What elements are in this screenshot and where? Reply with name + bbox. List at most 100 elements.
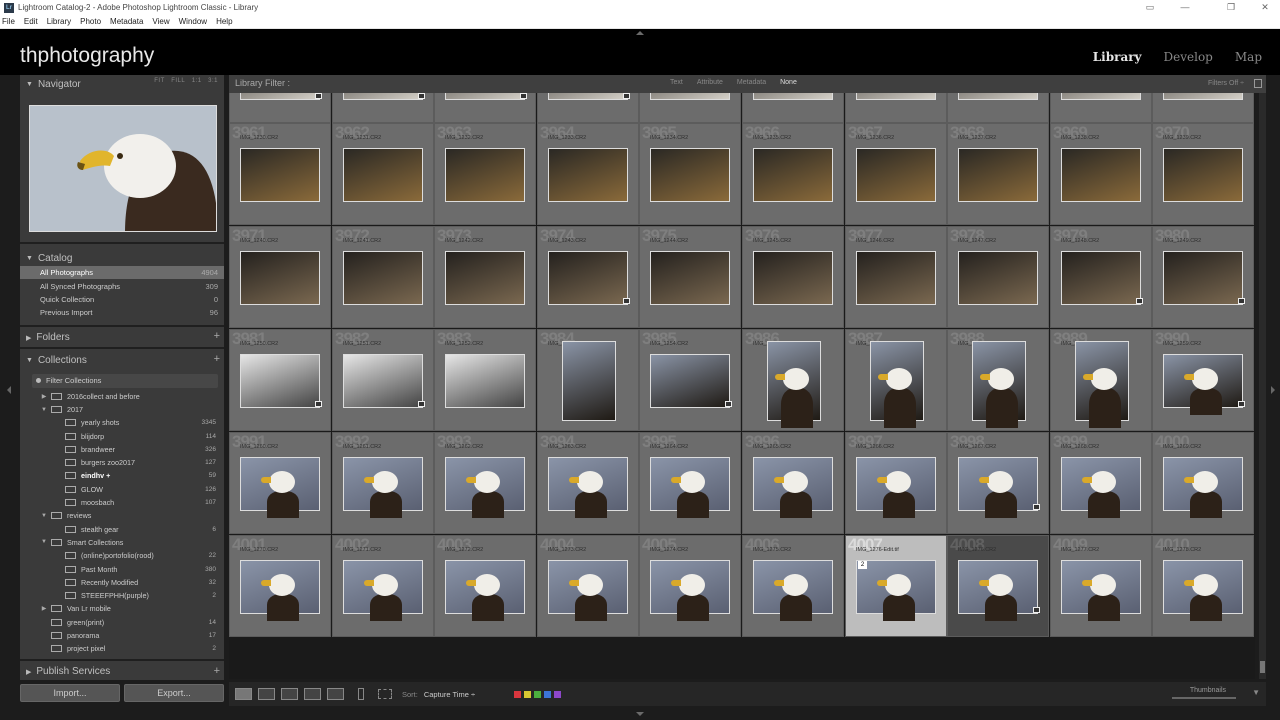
grid-cell[interactable]: 3972 IMG_1241.CR2 — [332, 226, 434, 328]
right-panel-toggle-icon[interactable] — [1271, 386, 1275, 394]
photo-thumbnail[interactable] — [767, 341, 821, 428]
grid-cell[interactable]: 3965 IMG_1234.CR2 — [639, 123, 741, 225]
collection-item[interactable]: ▼ reviews — [20, 509, 224, 522]
photo-thumbnail[interactable] — [1061, 457, 1141, 518]
publish-services-header[interactable]: ▶ Publish Services + — [20, 664, 224, 680]
compare-view-icon[interactable] — [281, 688, 298, 700]
collection-item[interactable]: Past Month 380 — [20, 562, 224, 575]
photo-thumbnail[interactable] — [240, 354, 320, 408]
add-folder-icon[interactable]: + — [214, 330, 220, 342]
toolbar-menu-icon[interactable]: ▼ — [1252, 688, 1260, 697]
photo-thumbnail[interactable] — [650, 354, 730, 408]
photo-thumbnail[interactable] — [343, 251, 423, 305]
collection-item[interactable]: brandweer 326 — [20, 443, 224, 456]
grid-cell[interactable]: 3987IMG_1256.CR2 — [845, 329, 947, 431]
photo-thumbnail[interactable] — [753, 251, 833, 305]
grid-scrollbar[interactable] — [1259, 93, 1266, 679]
folders-header[interactable]: ▶ Folders + — [20, 329, 224, 347]
photo-thumbnail[interactable] — [753, 457, 833, 518]
grid-cell[interactable]: 3970 IMG_1239.CR2 — [1152, 123, 1254, 225]
expand-triangle-icon[interactable]: ▶ — [40, 393, 48, 400]
photo-thumbnail[interactable] — [753, 148, 833, 202]
photo-thumbnail[interactable] — [240, 148, 320, 202]
menu-photo[interactable]: Photo — [80, 17, 101, 26]
menu-view[interactable]: View — [152, 17, 169, 26]
filter-metadata[interactable]: Metadata — [737, 79, 766, 86]
grid-cell[interactable] — [537, 93, 639, 123]
grid-cell[interactable]: 3974 IMG_1243.CR2 — [537, 226, 639, 328]
photo-thumbnail[interactable] — [343, 354, 423, 408]
photo-thumbnail[interactable] — [343, 93, 423, 100]
photo-thumbnail[interactable] — [650, 560, 730, 621]
grid-cell[interactable]: 3963 IMG_1232.CR2 — [434, 123, 536, 225]
lock-icon[interactable] — [1254, 79, 1262, 88]
grid-cell[interactable] — [1050, 93, 1152, 123]
stack-count-badge[interactable]: 2 — [858, 561, 867, 569]
zoom-fill[interactable]: FILL — [171, 78, 185, 84]
photo-thumbnail[interactable] — [1163, 560, 1243, 621]
grid-cell[interactable]: 3971 IMG_1240.CR2 — [229, 226, 331, 328]
grid-cell[interactable]: 3978 IMG_1247.CR2 — [947, 226, 1049, 328]
photo-thumbnail[interactable] — [1163, 251, 1243, 305]
grid-cell[interactable]: 3981 IMG_1250.CR2 — [229, 329, 331, 431]
grid-cell[interactable]: 3995 IMG_1264.CR2 — [639, 432, 741, 534]
collection-item[interactable]: ▶ Van Lr mobile — [20, 602, 224, 615]
scrollbar-thumb[interactable] — [1260, 661, 1265, 673]
menu-window[interactable]: Window — [179, 17, 207, 26]
photo-thumbnail[interactable] — [1061, 251, 1141, 305]
photo-thumbnail[interactable] — [445, 354, 525, 408]
grid-cell[interactable]: 3996 IMG_1265.CR2 — [742, 432, 844, 534]
grid-cell[interactable]: 4004 IMG_1273.CR2 — [537, 535, 639, 637]
zoom-fit[interactable]: FIT — [154, 78, 165, 84]
filter-preset-select[interactable]: Filters Off ÷ — [1208, 80, 1244, 87]
grid-cell[interactable]: 3984IMG_1253.CR2 — [537, 329, 639, 431]
grid-cell[interactable]: 4005 IMG_1274.CR2 — [639, 535, 741, 637]
grid-cell[interactable]: 3961 IMG_1230.CR2 — [229, 123, 331, 225]
catalog-item-all-synced[interactable]: All Synced Photographs 309 — [20, 279, 224, 292]
collapse-triangle-icon[interactable]: ▼ — [40, 513, 48, 519]
photo-thumbnail[interactable] — [240, 93, 320, 100]
photo-thumbnail[interactable] — [343, 560, 423, 621]
module-map[interactable]: Map — [1235, 50, 1262, 64]
photo-thumbnail[interactable] — [870, 341, 924, 428]
people-view-icon[interactable] — [327, 688, 344, 700]
collection-item[interactable]: panorama 17 — [20, 629, 224, 642]
collection-item[interactable]: ▼ 2017 — [20, 403, 224, 416]
photo-thumbnail[interactable] — [445, 457, 525, 518]
collection-item[interactable]: green(print) 14 — [20, 616, 224, 629]
photo-thumbnail[interactable] — [445, 93, 525, 100]
grid-cell[interactable]: 3973 IMG_1242.CR2 — [434, 226, 536, 328]
grid-cell[interactable]: 4007 IMG_1276-Edit.tif 2 — [845, 535, 947, 637]
photo-thumbnail[interactable] — [548, 148, 628, 202]
photo-thumbnail[interactable] — [958, 457, 1038, 518]
grid-cell[interactable]: 3969 IMG_1238.CR2 — [1050, 123, 1152, 225]
photo-thumbnail[interactable] — [445, 251, 525, 305]
filter-attribute[interactable]: Attribute — [697, 79, 723, 86]
photo-thumbnail[interactable] — [856, 560, 936, 621]
photo-thumbnail[interactable] — [958, 560, 1038, 621]
collapse-triangle-icon[interactable]: ▼ — [40, 407, 48, 413]
grid-cell[interactable]: 3983 IMG_1252.CR2 — [434, 329, 536, 431]
color-label-swatch[interactable] — [544, 690, 552, 698]
color-label-swatch[interactable] — [554, 690, 562, 698]
grid-cell[interactable] — [845, 93, 947, 123]
restore-button[interactable]: ❐ — [1216, 0, 1246, 15]
photo-thumbnail[interactable] — [1075, 341, 1129, 428]
grid-cell[interactable]: 3986IMG_1255.CR2 — [742, 329, 844, 431]
photo-thumbnail[interactable] — [240, 457, 320, 518]
photo-thumbnail[interactable] — [548, 93, 628, 100]
grid-cell[interactable]: 3991 IMG_1260.CR2 — [229, 432, 331, 534]
grid-cell[interactable]: 4010 IMG_1278.CR2 — [1152, 535, 1254, 637]
add-collection-icon[interactable]: + — [214, 353, 220, 365]
grid-cell[interactable] — [332, 93, 434, 123]
collection-item[interactable]: yearly shots 3345 — [20, 416, 224, 429]
top-panel-toggle-icon[interactable] — [636, 31, 644, 35]
photo-thumbnail[interactable] — [562, 341, 616, 421]
catalog-item-all-photographs[interactable]: All Photographs 4904 — [20, 266, 224, 280]
catalog-item-quick-collection[interactable]: Quick Collection 0 — [20, 293, 224, 306]
photo-thumbnail[interactable] — [856, 93, 936, 100]
collection-item[interactable]: Recently Modified 32 — [20, 576, 224, 589]
spray-can-icon[interactable] — [358, 688, 364, 700]
grid-cell[interactable]: 4008 IMG_1276.CR2 — [947, 535, 1049, 637]
grid-cell[interactable]: 3964 IMG_1233.CR2 — [537, 123, 639, 225]
